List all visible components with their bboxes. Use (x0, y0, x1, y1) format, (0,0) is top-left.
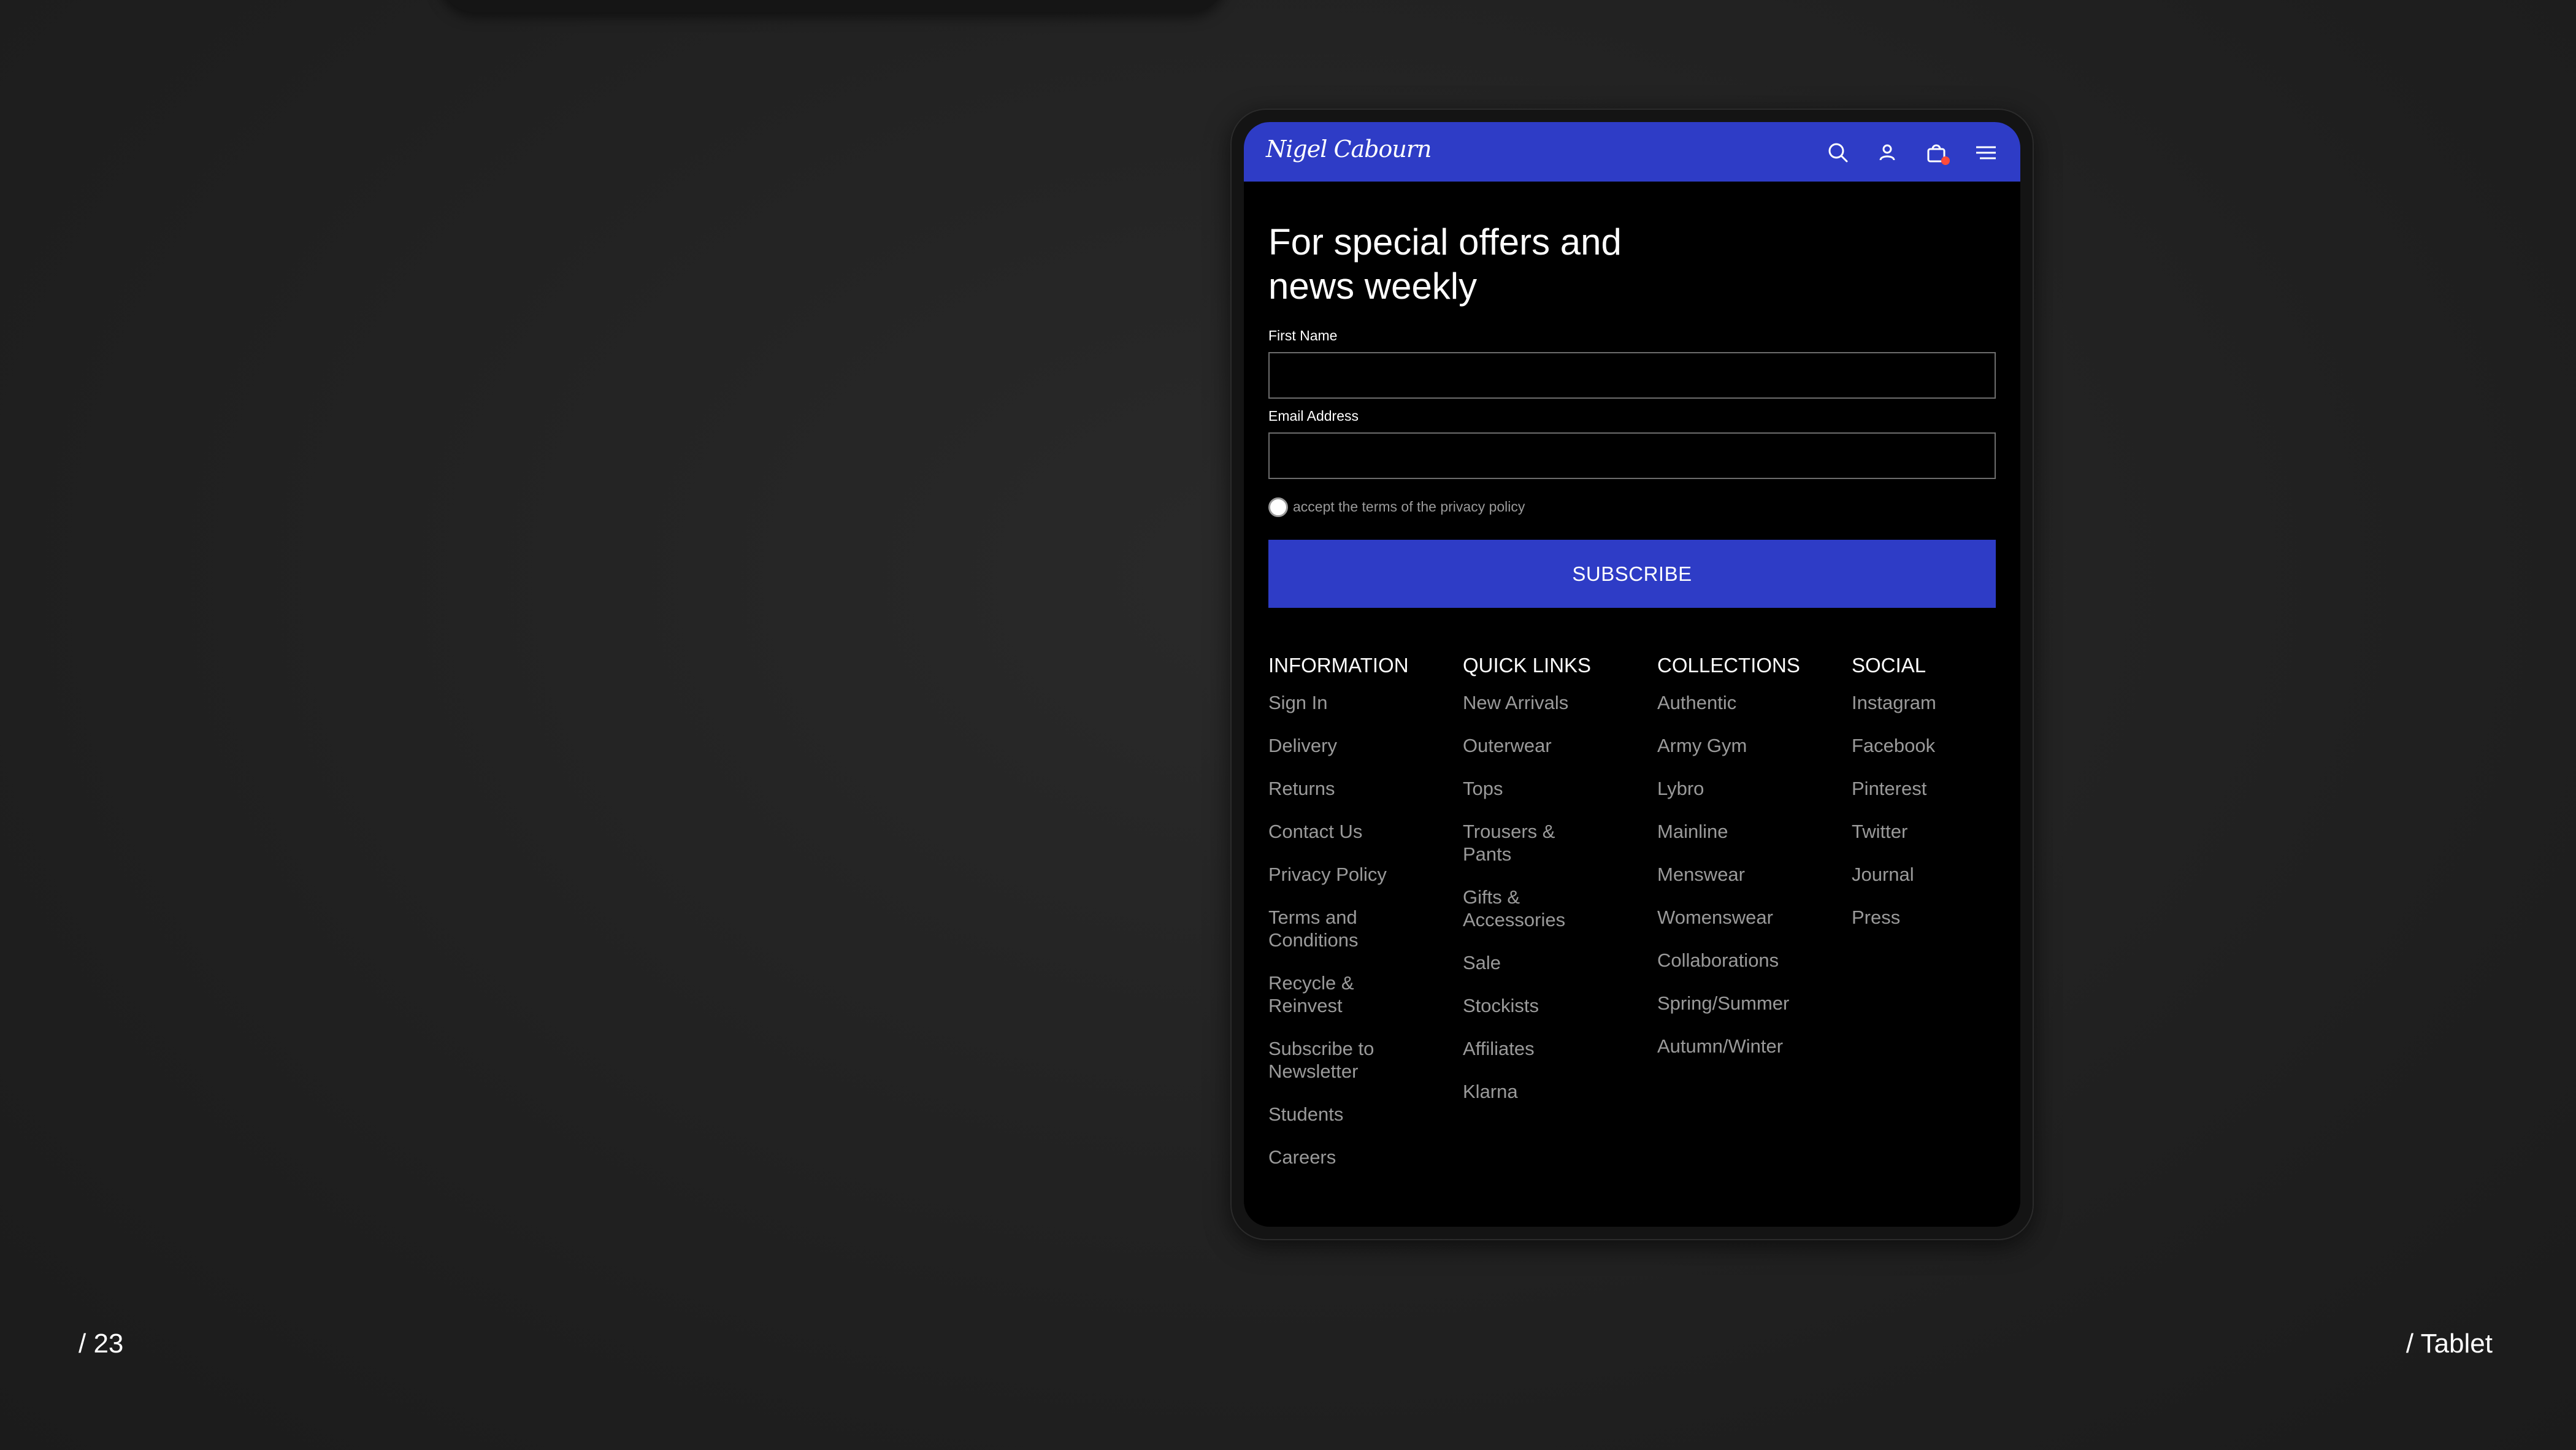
footer-column-information: INFORMATION Sign In Delivery Returns Con… (1268, 653, 1452, 1189)
footer-link[interactable]: Stockists (1463, 994, 1647, 1017)
footer-link[interactable]: Klarna (1463, 1080, 1647, 1103)
subscribe-button[interactable]: SUBSCRIBE (1268, 540, 1996, 608)
footer-column-title: COLLECTIONS (1657, 654, 1800, 677)
footer-column-collections: COLLECTIONS Authentic Army Gym Lybro Mai… (1657, 653, 1841, 1078)
footer-link[interactable]: Press (1852, 906, 2020, 929)
footer-link[interactable]: Facebook (1852, 734, 2020, 757)
email-input[interactable] (1268, 432, 1996, 479)
footer-column-title: SOCIAL (1852, 654, 1926, 677)
privacy-consent-radio[interactable] (1268, 497, 1288, 517)
newsletter-headline: For special offers and news weekly (1268, 221, 1622, 307)
footer-column-social: SOCIAL Instagram Facebook Pinterest Twit… (1852, 653, 2020, 949)
footer-link[interactable]: Twitter (1852, 820, 2020, 843)
footer-column-title: QUICK LINKS (1463, 654, 1592, 677)
footer-link[interactable]: Tops (1463, 777, 1647, 800)
footer-link[interactable]: Delivery (1268, 734, 1452, 757)
footer-link[interactable]: Pinterest (1852, 777, 2020, 800)
site-header: Nigel Cabourn (1244, 122, 2020, 182)
footer-column-title: INFORMATION (1268, 654, 1409, 677)
cart-icon[interactable] (1924, 140, 1950, 165)
slide-page-number: / 23 (79, 1329, 124, 1359)
footer-link[interactable]: Lybro (1657, 777, 1841, 800)
email-label: Email Address (1268, 408, 1359, 424)
tablet-screen: Nigel Cabourn For special offers and new… (1244, 122, 2020, 1227)
footer-link[interactable]: Instagram (1852, 691, 2020, 714)
footer-link[interactable]: Army Gym (1657, 734, 1841, 757)
footer-link[interactable]: Terms and Conditions (1268, 906, 1391, 951)
footer-link[interactable]: Mainline (1657, 820, 1841, 843)
footer-link[interactable]: Autumn/Winter (1657, 1035, 1841, 1057)
footer-link[interactable]: Subscribe to Newsletter (1268, 1037, 1391, 1083)
footer-link[interactable]: Gifts & Accessories (1463, 886, 1579, 931)
footer-link[interactable]: Affiliates (1463, 1037, 1647, 1060)
cart-badge-dot (1941, 156, 1950, 165)
search-icon[interactable] (1826, 140, 1850, 165)
footer-column-quick-links: QUICK LINKS New Arrivals Outerwear Tops … (1463, 653, 1647, 1123)
footer-link[interactable]: Spring/Summer (1657, 992, 1841, 1015)
footer-link[interactable]: Recycle & Reinvest (1268, 972, 1385, 1017)
footer-link[interactable]: Collaborations (1657, 949, 1841, 972)
footer-link[interactable]: Womenswear (1657, 906, 1841, 929)
account-icon[interactable] (1875, 140, 1899, 165)
footer-link[interactable]: Careers (1268, 1146, 1452, 1168)
menu-icon[interactable] (1974, 140, 1998, 165)
footer-link[interactable]: Outerwear (1463, 734, 1647, 757)
footer-link[interactable]: Trousers & Pants (1463, 820, 1573, 865)
first-name-label: First Name (1268, 328, 1338, 343)
footer-link[interactable]: Authentic (1657, 691, 1841, 714)
footer-link[interactable]: Contact Us (1268, 820, 1452, 843)
first-name-input[interactable] (1268, 352, 1996, 399)
footer-link[interactable]: Journal (1852, 863, 2020, 886)
footer-link[interactable]: Privacy Policy (1268, 863, 1452, 886)
footer-link[interactable]: Returns (1268, 777, 1452, 800)
previous-device-frame (439, 0, 1227, 12)
footer-link[interactable]: Menswear (1657, 863, 1841, 886)
slide-device-label: / Tablet (2405, 1329, 2493, 1359)
footer-link[interactable]: Students (1268, 1103, 1452, 1126)
footer-link[interactable]: New Arrivals (1463, 691, 1647, 714)
tablet-frame: Nigel Cabourn For special offers and new… (1230, 109, 2034, 1240)
footer-link[interactable]: Sale (1463, 951, 1647, 974)
privacy-consent-label[interactable]: accept the terms of the privacy policy (1293, 499, 1525, 515)
brand-logo[interactable]: Nigel Cabourn (1266, 136, 1432, 163)
footer-link[interactable]: Sign In (1268, 691, 1452, 714)
